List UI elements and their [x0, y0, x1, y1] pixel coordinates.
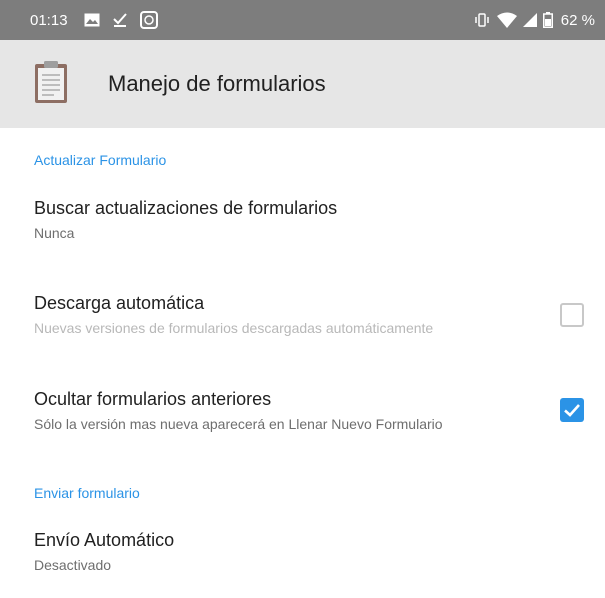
- wifi-icon: [496, 12, 517, 28]
- pref-title: Envío Automático: [34, 530, 175, 550]
- battery-icon: [542, 12, 553, 28]
- pref-title: Buscar actualizaciones de formularios: [34, 198, 338, 218]
- battery-percentage: 62 %: [560, 11, 595, 29]
- pref-auto-download[interactable]: Descarga automática Nuevas versiones de …: [34, 293, 589, 336]
- pref-summary: Nunca: [34, 225, 75, 241]
- signal-icon: [522, 13, 537, 27]
- pref-summary: Nuevas versiones de formularios descarga…: [34, 320, 434, 336]
- pref-title: Descarga automática: [34, 293, 205, 313]
- category-header-send-form: Enviar formulario: [34, 485, 140, 501]
- category-header-update-form: Actualizar Formulario: [34, 152, 167, 168]
- status-bar: 01:13 62 %: [0, 0, 605, 40]
- vibrate-icon: [473, 13, 491, 27]
- pref-auto-send[interactable]: Envío Automático Desactivado: [34, 530, 589, 573]
- pref-summary: Desactivado: [34, 557, 112, 573]
- download-done-icon: [112, 12, 128, 28]
- screen-title: Manejo de formularios: [108, 71, 326, 96]
- image-icon: [84, 13, 100, 27]
- pref-hide-old-forms[interactable]: Ocultar formularios anteriores Sólo la v…: [34, 389, 589, 432]
- pref-summary: Sólo la versión mas nueva aparecerá en L…: [34, 416, 443, 432]
- pref-title: Ocultar formularios anteriores: [34, 389, 272, 409]
- app-toolbar: Manejo de formularios: [0, 40, 605, 128]
- app-icon: [139, 11, 158, 29]
- clipboard-icon: [34, 60, 68, 109]
- pref-check-form-updates[interactable]: Buscar actualizaciones de formularios Nu…: [34, 198, 589, 241]
- status-time: 01:13: [30, 11, 68, 29]
- auto-download-checkbox[interactable]: [560, 303, 584, 327]
- check-icon: [564, 404, 580, 417]
- hide-old-forms-checkbox[interactable]: [560, 398, 584, 422]
